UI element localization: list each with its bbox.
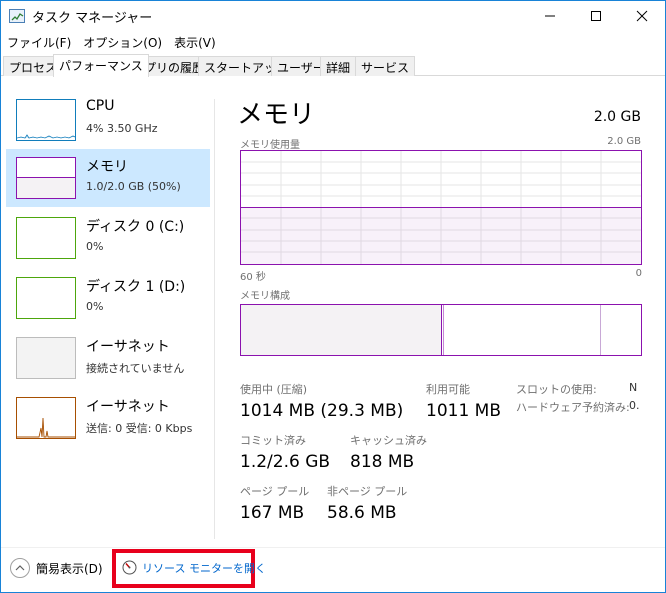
available-value: 1011 MB: [426, 401, 501, 421]
menu-view[interactable]: 表示(V): [168, 32, 222, 52]
usage-graph-max: 2.0 GB: [607, 136, 641, 147]
memory-thumbnail: [16, 157, 76, 199]
tab-details[interactable]: 詳細: [320, 56, 357, 76]
memory-total: 2.0 GB: [593, 109, 641, 125]
panel-divider: [214, 99, 215, 539]
available-label: 利用可能: [426, 383, 470, 396]
slots-value: N: [629, 381, 638, 394]
minimize-button[interactable]: [527, 1, 573, 31]
sidebar-item-ethernet-2[interactable]: イーサネット 送信: 0 受信: 0 Kbps: [6, 389, 210, 447]
in-use-label: 使用中 (圧縮): [240, 383, 308, 396]
axis-right-label: 0: [635, 268, 642, 279]
composition-free-divider: [600, 305, 601, 355]
disk-1-thumbnail: [16, 277, 76, 319]
footer-divider: [1, 547, 665, 548]
memory-usage-chart: [241, 151, 641, 264]
composition-in-use: [241, 305, 441, 355]
menu-options[interactable]: オプション(O): [77, 32, 168, 52]
nonpaged-pool-value: 58.6 MB: [327, 503, 397, 523]
sidebar-item-title: ディスク 1 (D:): [86, 279, 186, 295]
sidebar-item-ethernet-1[interactable]: イーサネット 接続されていません: [6, 329, 210, 387]
hw-reserved-value: 0.: [629, 399, 640, 412]
sidebar-item-disk-1[interactable]: ディスク 1 (D:) 0%: [6, 269, 210, 327]
maximize-button[interactable]: [573, 1, 619, 31]
sidebar-item-subtitle: 0%: [86, 240, 104, 253]
cpu-thumbnail: [16, 99, 76, 141]
ethernet-1-thumbnail: [16, 337, 76, 379]
composition-modified: [443, 305, 444, 355]
nonpaged-pool-label: 非ページ プール: [327, 485, 408, 498]
minimize-icon: [545, 15, 555, 17]
menu-file[interactable]: ファイル(F): [1, 32, 77, 52]
page-title: メモリ: [237, 100, 316, 130]
tab-services[interactable]: サービス: [355, 56, 416, 76]
open-resource-monitor-link[interactable]: リソース モニターを開く: [142, 560, 266, 576]
resource-monitor-icon[interactable]: [122, 560, 137, 575]
task-manager-window: タスク マネージャー ファイル(F) オプション(O) 表示(V) プロセス パ…: [0, 0, 666, 593]
task-manager-icon: [9, 9, 25, 23]
sidebar-item-title: ディスク 0 (C:): [86, 219, 185, 235]
maximize-icon: [591, 11, 601, 21]
sidebar-item-subtitle: 送信: 0 受信: 0 Kbps: [86, 422, 193, 435]
sidebar-item-title: イーサネット: [86, 339, 170, 355]
composition-divider: [441, 305, 442, 355]
sidebar-item-cpu[interactable]: CPU 4% 3.50 GHz: [6, 91, 210, 149]
in-use-value: 1014 MB (29.3 MB): [240, 401, 404, 421]
composition-label: メモリ構成: [240, 291, 290, 302]
chevron-up-icon: [15, 565, 25, 571]
cached-value: 818 MB: [350, 452, 415, 472]
memory-usage-graph: [240, 150, 642, 265]
cached-label: キャッシュ済み: [350, 434, 427, 447]
menu-bar: ファイル(F) オプション(O) 表示(V): [1, 32, 665, 52]
disk-0-thumbnail: [16, 217, 76, 259]
committed-label: コミット済み: [240, 434, 306, 447]
sidebar-item-subtitle: 4% 3.50 GHz: [86, 122, 158, 135]
sidebar-item-subtitle: 1.0/2.0 GB (50%): [86, 180, 181, 193]
paged-pool-value: 167 MB: [240, 503, 305, 523]
slots-label: スロットの使用:: [516, 383, 597, 396]
sidebar-item-title: メモリ: [86, 159, 128, 175]
close-icon: [636, 10, 648, 22]
sidebar-item-title: イーサネット: [86, 399, 170, 415]
usage-area: [241, 207, 641, 264]
ethernet-2-thumbnail: [16, 397, 76, 439]
sidebar-item-disk-0[interactable]: ディスク 0 (C:) 0%: [6, 209, 210, 267]
axis-left-label: 60 秒: [240, 272, 266, 283]
tab-performance[interactable]: パフォーマンス: [53, 54, 149, 77]
usage-graph-label: メモリ使用量: [240, 140, 300, 151]
sidebar-item-title: CPU: [86, 98, 115, 114]
paged-pool-label: ページ プール: [240, 485, 310, 498]
title-bar[interactable]: タスク マネージャー: [1, 1, 665, 31]
committed-value: 1.2/2.6 GB: [240, 452, 331, 472]
hw-reserved-label: ハードウェア予約済み:: [516, 401, 630, 414]
sidebar-item-memory[interactable]: メモリ 1.0/2.0 GB (50%): [6, 149, 210, 207]
fewer-details-button[interactable]: [10, 558, 30, 578]
sidebar-item-subtitle: 接続されていません: [86, 362, 185, 375]
window-title: タスク マネージャー: [32, 11, 153, 26]
sidebar-item-subtitle: 0%: [86, 300, 104, 313]
close-button[interactable]: [619, 1, 665, 31]
fewer-details-link[interactable]: 簡易表示(D): [36, 560, 103, 577]
memory-composition-bar: [240, 304, 642, 356]
tab-bar: プロセス パフォーマンス アプリの履歴 スタートアップ ユーザー 詳細 サービス: [1, 54, 665, 77]
